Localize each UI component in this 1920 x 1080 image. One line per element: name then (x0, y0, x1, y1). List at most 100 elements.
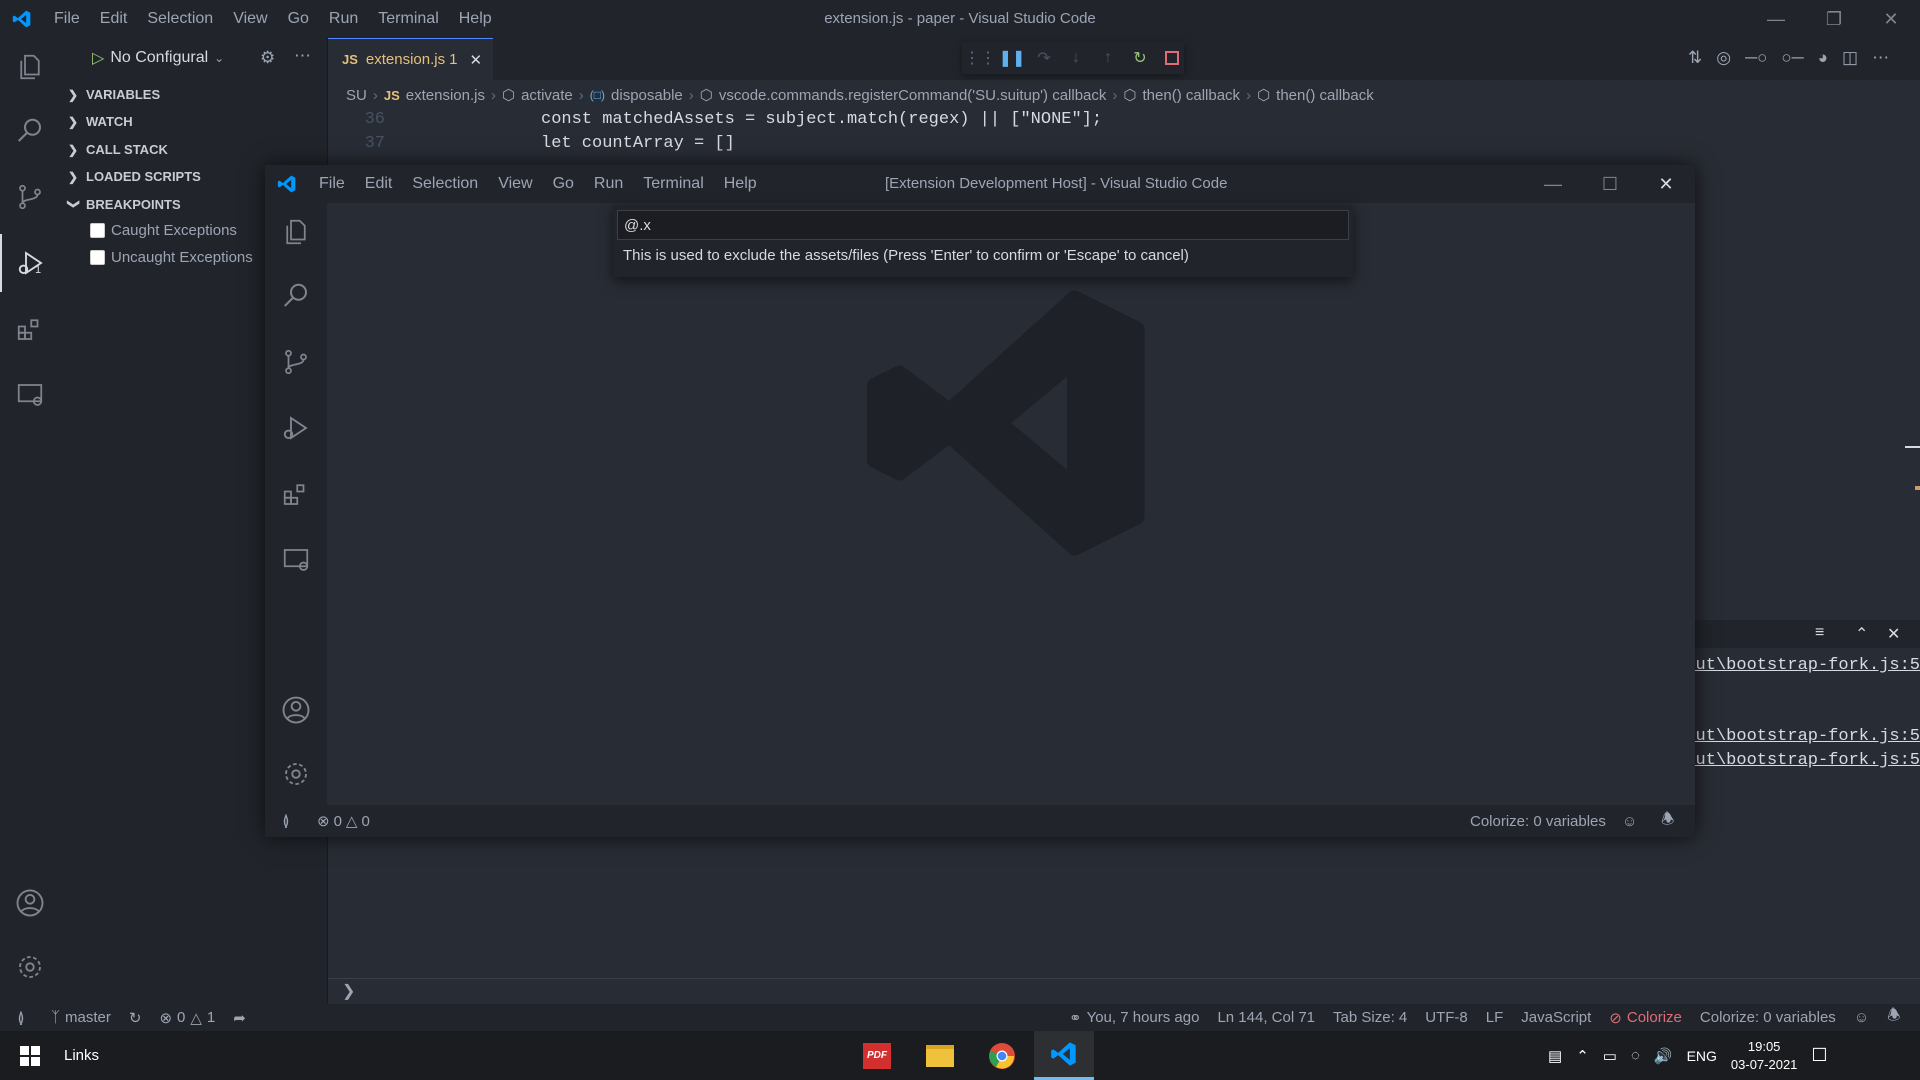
wifi-icon[interactable]: ◌ (1631, 1047, 1640, 1064)
language-mode[interactable]: JavaScript (1512, 1009, 1600, 1026)
menu-edit[interactable]: Edit (90, 10, 138, 28)
extensions-icon[interactable] (265, 465, 327, 523)
action-center-icon[interactable]: ☐ (1811, 1045, 1827, 1066)
more-editor-actions-icon[interactable]: ⋯ (1872, 48, 1889, 68)
start-debug-icon[interactable]: ▷ (92, 48, 104, 68)
maximize-panel-icon[interactable]: ⌃ (1855, 624, 1868, 644)
split-editor-icon[interactable]: ◫ (1842, 48, 1858, 68)
section-watch[interactable]: ❯ WATCH (68, 114, 133, 129)
menu-edit[interactable]: Edit (355, 175, 403, 193)
tab-size[interactable]: Tab Size: 4 (1324, 1009, 1416, 1026)
remote-indicator-icon[interactable]: ≬ (265, 812, 307, 830)
menu-view[interactable]: View (223, 10, 277, 28)
menu-terminal[interactable]: Terminal (633, 175, 713, 193)
breadcrumb-item[interactable]: then() callback (1276, 87, 1374, 104)
debug-settings-gear-icon[interactable]: ⚙ (260, 48, 275, 68)
source-control-icon[interactable] (0, 168, 60, 226)
cursor-position[interactable]: Ln 144, Col 71 (1208, 1009, 1324, 1026)
compare-changes-icon[interactable]: ⇅ (1688, 48, 1702, 68)
remote-explorer-icon[interactable] (265, 531, 327, 589)
step-out-icon[interactable]: ↑ (1098, 48, 1118, 68)
explorer-icon[interactable] (0, 38, 60, 96)
menu-view[interactable]: View (488, 175, 542, 193)
breadcrumb-item[interactable]: extension.js (406, 87, 485, 104)
more-actions-icon[interactable]: ⋯ (294, 46, 311, 66)
menu-selection[interactable]: Selection (137, 10, 223, 28)
step-into-icon[interactable]: ↓ (1066, 48, 1086, 68)
checkbox[interactable] (90, 223, 105, 238)
minimize-button[interactable]: — (1524, 165, 1582, 203)
close-window-button[interactable]: ✕ (1637, 165, 1695, 203)
quick-input-field[interactable] (617, 210, 1349, 240)
battery-icon[interactable]: ▭ (1603, 1047, 1617, 1065)
clock[interactable]: 19:05 03-07-2021 (1731, 1038, 1798, 1074)
breadcrumb-item[interactable]: vscode.commands.registerCommand('SU.suit… (719, 87, 1107, 104)
pause-icon[interactable]: ❚❚ (999, 48, 1026, 68)
section-variables[interactable]: ❯ VARIABLES (68, 87, 160, 102)
menu-run[interactable]: Run (584, 175, 633, 193)
git-commit-icon[interactable]: ─○ (1745, 48, 1767, 68)
minimize-button[interactable]: — (1747, 0, 1805, 38)
menu-terminal[interactable]: Terminal (368, 10, 448, 28)
terminal-line[interactable]: out\bootstrap-fork.js:5 (1695, 727, 1920, 746)
settings-gear-icon[interactable] (265, 745, 327, 803)
breadcrumb-item[interactable]: disposable (611, 87, 683, 104)
clear-terminal-icon[interactable]: ≡ (1815, 624, 1824, 642)
menu-selection[interactable]: Selection (402, 175, 488, 193)
live-share-icon[interactable]: ➦ (224, 1009, 255, 1027)
problems-indicator[interactable]: ⊗ 0 △ 1 (150, 1009, 224, 1027)
chrome-icon[interactable] (972, 1031, 1032, 1080)
show-hidden-icons-icon[interactable]: ⌃ (1576, 1047, 1589, 1065)
end-of-line[interactable]: LF (1477, 1009, 1513, 1026)
account-icon[interactable] (265, 681, 327, 739)
tab-extension-js[interactable]: JS extension.js 1 ✕ (328, 38, 493, 80)
section-call-stack[interactable]: ❯ CALL STACK (68, 142, 168, 157)
pdf-app-icon[interactable]: PDF (847, 1031, 907, 1080)
problems-indicator[interactable]: ⊗ 0 △ 0 (317, 812, 370, 831)
close-panel-icon[interactable]: ✕ (1887, 624, 1900, 644)
menu-help[interactable]: Help (449, 10, 502, 28)
colorize-variables[interactable]: Colorize: 0 variables (1691, 1009, 1845, 1026)
terminal-line[interactable]: out\bootstrap-fork.js:5 (1695, 656, 1920, 675)
stop-icon[interactable] (1162, 48, 1182, 68)
windows-start-icon[interactable] (0, 1031, 60, 1080)
menu-go[interactable]: Go (543, 175, 584, 193)
colorize-toggle[interactable]: ⊘ Colorize (1600, 1009, 1691, 1027)
menu-help[interactable]: Help (714, 175, 767, 193)
remote-explorer-icon[interactable] (0, 366, 60, 424)
extensions-icon[interactable] (0, 300, 60, 358)
git-next-change-icon[interactable]: ○─ (1781, 48, 1803, 68)
remote-indicator-icon[interactable]: ≬ (0, 1009, 42, 1027)
code-line[interactable]: let countArray = [] (541, 134, 735, 153)
feedback-icon[interactable]: ☺ (1622, 813, 1637, 830)
close-window-button[interactable]: ✕ (1862, 0, 1920, 38)
git-prev-change-icon[interactable]: ◎ (1716, 48, 1731, 68)
colorize-status[interactable]: Colorize: 0 variables (1470, 813, 1606, 830)
step-over-icon[interactable]: ↷ (1034, 48, 1054, 68)
encoding[interactable]: UTF-8 (1416, 1009, 1477, 1026)
notifications-bell-icon[interactable]: 🕭 (1661, 809, 1674, 834)
volume-icon[interactable]: 🔊 (1654, 1047, 1673, 1065)
run-debug-icon[interactable] (265, 399, 327, 457)
notifications-bell-icon[interactable]: 🕭 (1878, 1005, 1909, 1030)
close-tab-icon[interactable]: ✕ (469, 51, 482, 69)
vscode-taskbar-icon[interactable] (1034, 1031, 1094, 1080)
search-icon[interactable] (0, 102, 60, 160)
source-control-icon[interactable] (265, 333, 327, 391)
menu-file[interactable]: File (44, 10, 90, 28)
code-line[interactable]: const matchedAssets = subject.match(rege… (541, 110, 1102, 129)
file-explorer-icon[interactable] (910, 1031, 970, 1080)
breadcrumb-item[interactable]: SU (346, 87, 367, 104)
feedback-icon[interactable]: ☺ (1845, 1009, 1878, 1026)
branch-indicator[interactable]: ᛉ master (42, 1009, 120, 1026)
sync-icon[interactable]: ↻ (120, 1009, 151, 1027)
debug-config-select[interactable]: ▷ No Configural ⌄ (92, 48, 224, 68)
section-breakpoints[interactable]: ❯ BREAKPOINTS (67, 197, 181, 212)
search-icon[interactable] (265, 267, 327, 325)
checkbox[interactable] (90, 250, 105, 265)
menu-run[interactable]: Run (319, 10, 368, 28)
news-widget-icon[interactable]: ▤ (1548, 1047, 1562, 1065)
terminal-line[interactable]: out\bootstrap-fork.js:5 (1695, 751, 1920, 770)
menu-go[interactable]: Go (278, 10, 319, 28)
restore-button[interactable]: ❐ (1805, 0, 1863, 38)
